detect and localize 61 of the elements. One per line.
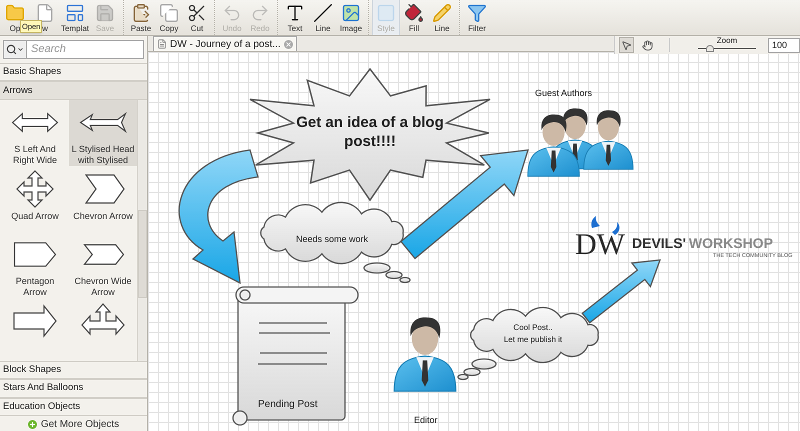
toolbar-button[interactable]: Line [309, 0, 337, 35]
shape-item[interactable]: L Stylised Head with Stylised [69, 100, 137, 166]
toolbar-button[interactable]: Image [337, 0, 365, 35]
template-icon [65, 2, 85, 22]
logo-name: DEVILS' [632, 234, 686, 253]
plus-icon [28, 420, 37, 429]
toolbar-button[interactable]: Templat [60, 0, 90, 35]
scissors-icon [187, 2, 207, 22]
category-header[interactable]: Block Shapes [0, 360, 147, 380]
toolbar-button[interactable]: Cut [183, 0, 211, 35]
scroll-label: Pending Post [258, 398, 318, 412]
search-field[interactable]: Search [27, 40, 144, 59]
folder-icon [5, 2, 25, 22]
logo-name: WORKSHOP [688, 234, 773, 253]
square-icon [376, 2, 396, 22]
shape-item[interactable]: Pentagon Arrow [1, 232, 69, 298]
copy-icon [159, 2, 179, 22]
zoom-label: Zoom [716, 37, 738, 45]
category-header[interactable]: Basic Shapes [0, 62, 147, 82]
document-icon [157, 39, 167, 49]
group-label: Guest Authors [535, 87, 592, 100]
paste-icon [131, 2, 151, 22]
get-more-objects-link[interactable]: Get More Objects [0, 417, 147, 431]
pencil-icon [432, 2, 452, 22]
toolbar-button[interactable]: Paste [127, 0, 155, 35]
logo-monogram: DW [575, 229, 625, 261]
toolbar-button[interactable]: Copy [155, 0, 183, 35]
save-icon [95, 2, 115, 22]
slider-thumb[interactable] [706, 45, 714, 52]
starburst-text: Get an idea of a blog post!!!! [295, 113, 445, 151]
document-tab[interactable]: DW - Journey of a post... [153, 36, 297, 51]
zoom-field[interactable]: 100 [768, 38, 800, 52]
person-label: Editor [414, 414, 438, 427]
toolbar-button[interactable]: Text [281, 0, 309, 35]
shape-item[interactable]: Chevron Wide Arrow [69, 232, 137, 298]
cloud-text: Cool Post.. Let me publish it [502, 322, 564, 346]
shape-item[interactable]: S Left And Right Wide [1, 100, 69, 166]
caret-icon [17, 46, 24, 53]
pointer-tool-button[interactable] [619, 37, 634, 53]
shape-item[interactable]: Chevron Arrow [69, 166, 137, 232]
search-icon [6, 44, 17, 55]
filter-icon [467, 2, 487, 22]
image-icon [341, 2, 361, 22]
category-header[interactable]: Education Objects [0, 398, 147, 416]
undo-icon [222, 2, 242, 22]
line-icon [313, 2, 333, 22]
search-options-button[interactable] [3, 40, 27, 59]
redo-icon [250, 2, 270, 22]
file-icon [35, 2, 55, 22]
zoom-slider[interactable] [698, 45, 756, 53]
toolbar-button[interactable]: Fill [400, 0, 428, 35]
scrollbar[interactable] [137, 100, 147, 361]
horns-icon [591, 216, 620, 235]
text-icon [285, 2, 305, 22]
paint-bucket-icon [404, 2, 424, 22]
cloud-text: Needs some work [294, 233, 370, 246]
toolbar-button[interactable]: Line [428, 0, 456, 35]
category-header[interactable]: Arrows [0, 81, 147, 100]
shape-item[interactable]: Quad Arrow [1, 166, 69, 232]
toolbar-button[interactable]: Filter [463, 0, 491, 35]
category-header[interactable]: Stars And Balloons [0, 379, 147, 398]
